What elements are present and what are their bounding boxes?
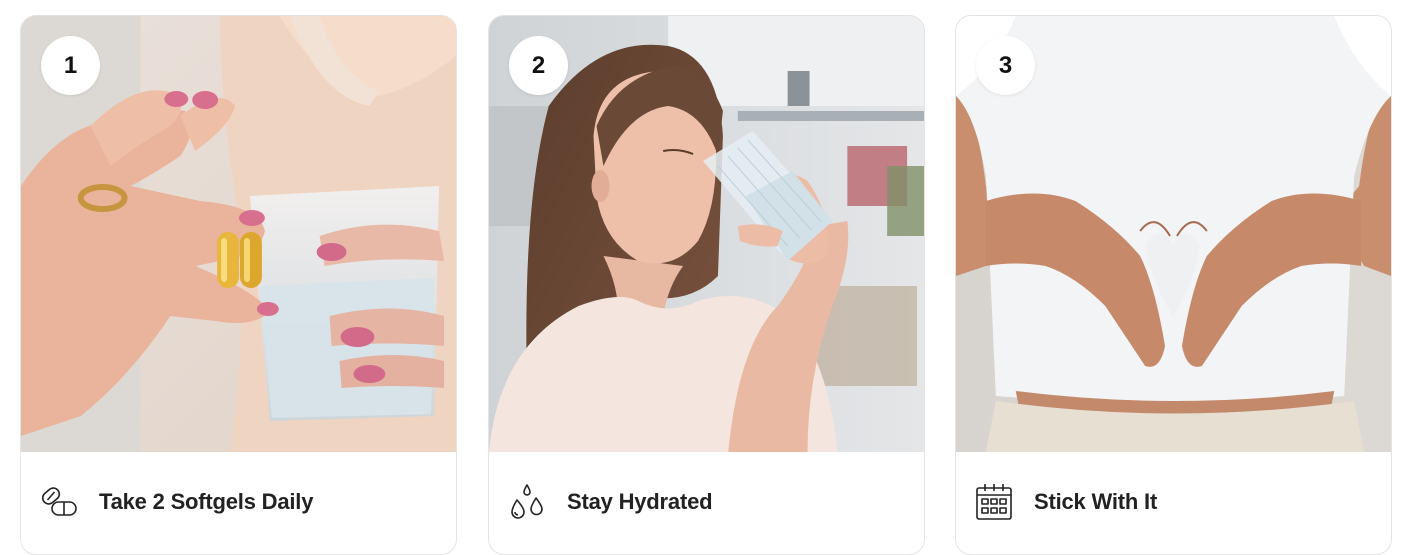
steps-row: 1 Take 2 Softgels Daily 2 Stay Hydrated … <box>0 0 1406 555</box>
step-number-badge: 3 <box>976 36 1035 95</box>
step-title: Take 2 Softgels Daily <box>99 489 314 514</box>
step-caption: Take 2 Softgels Daily <box>21 452 456 554</box>
step-number-badge: 1 <box>41 36 100 95</box>
water-drops-icon <box>507 482 547 522</box>
calendar-icon <box>974 482 1014 522</box>
step-number-badge: 2 <box>509 36 568 95</box>
step-card-1: 1 Take 2 Softgels Daily <box>20 15 457 555</box>
capsule-pill-icon <box>39 482 79 522</box>
step-title: Stay Hydrated <box>567 489 713 514</box>
step-card-3: 3 Stick With It <box>955 15 1392 555</box>
step-card-2: 2 Stay Hydrated <box>488 15 925 555</box>
step-caption: Stay Hydrated <box>489 452 924 554</box>
step-title: Stick With It <box>1034 489 1158 514</box>
step-caption: Stick With It <box>956 452 1391 554</box>
